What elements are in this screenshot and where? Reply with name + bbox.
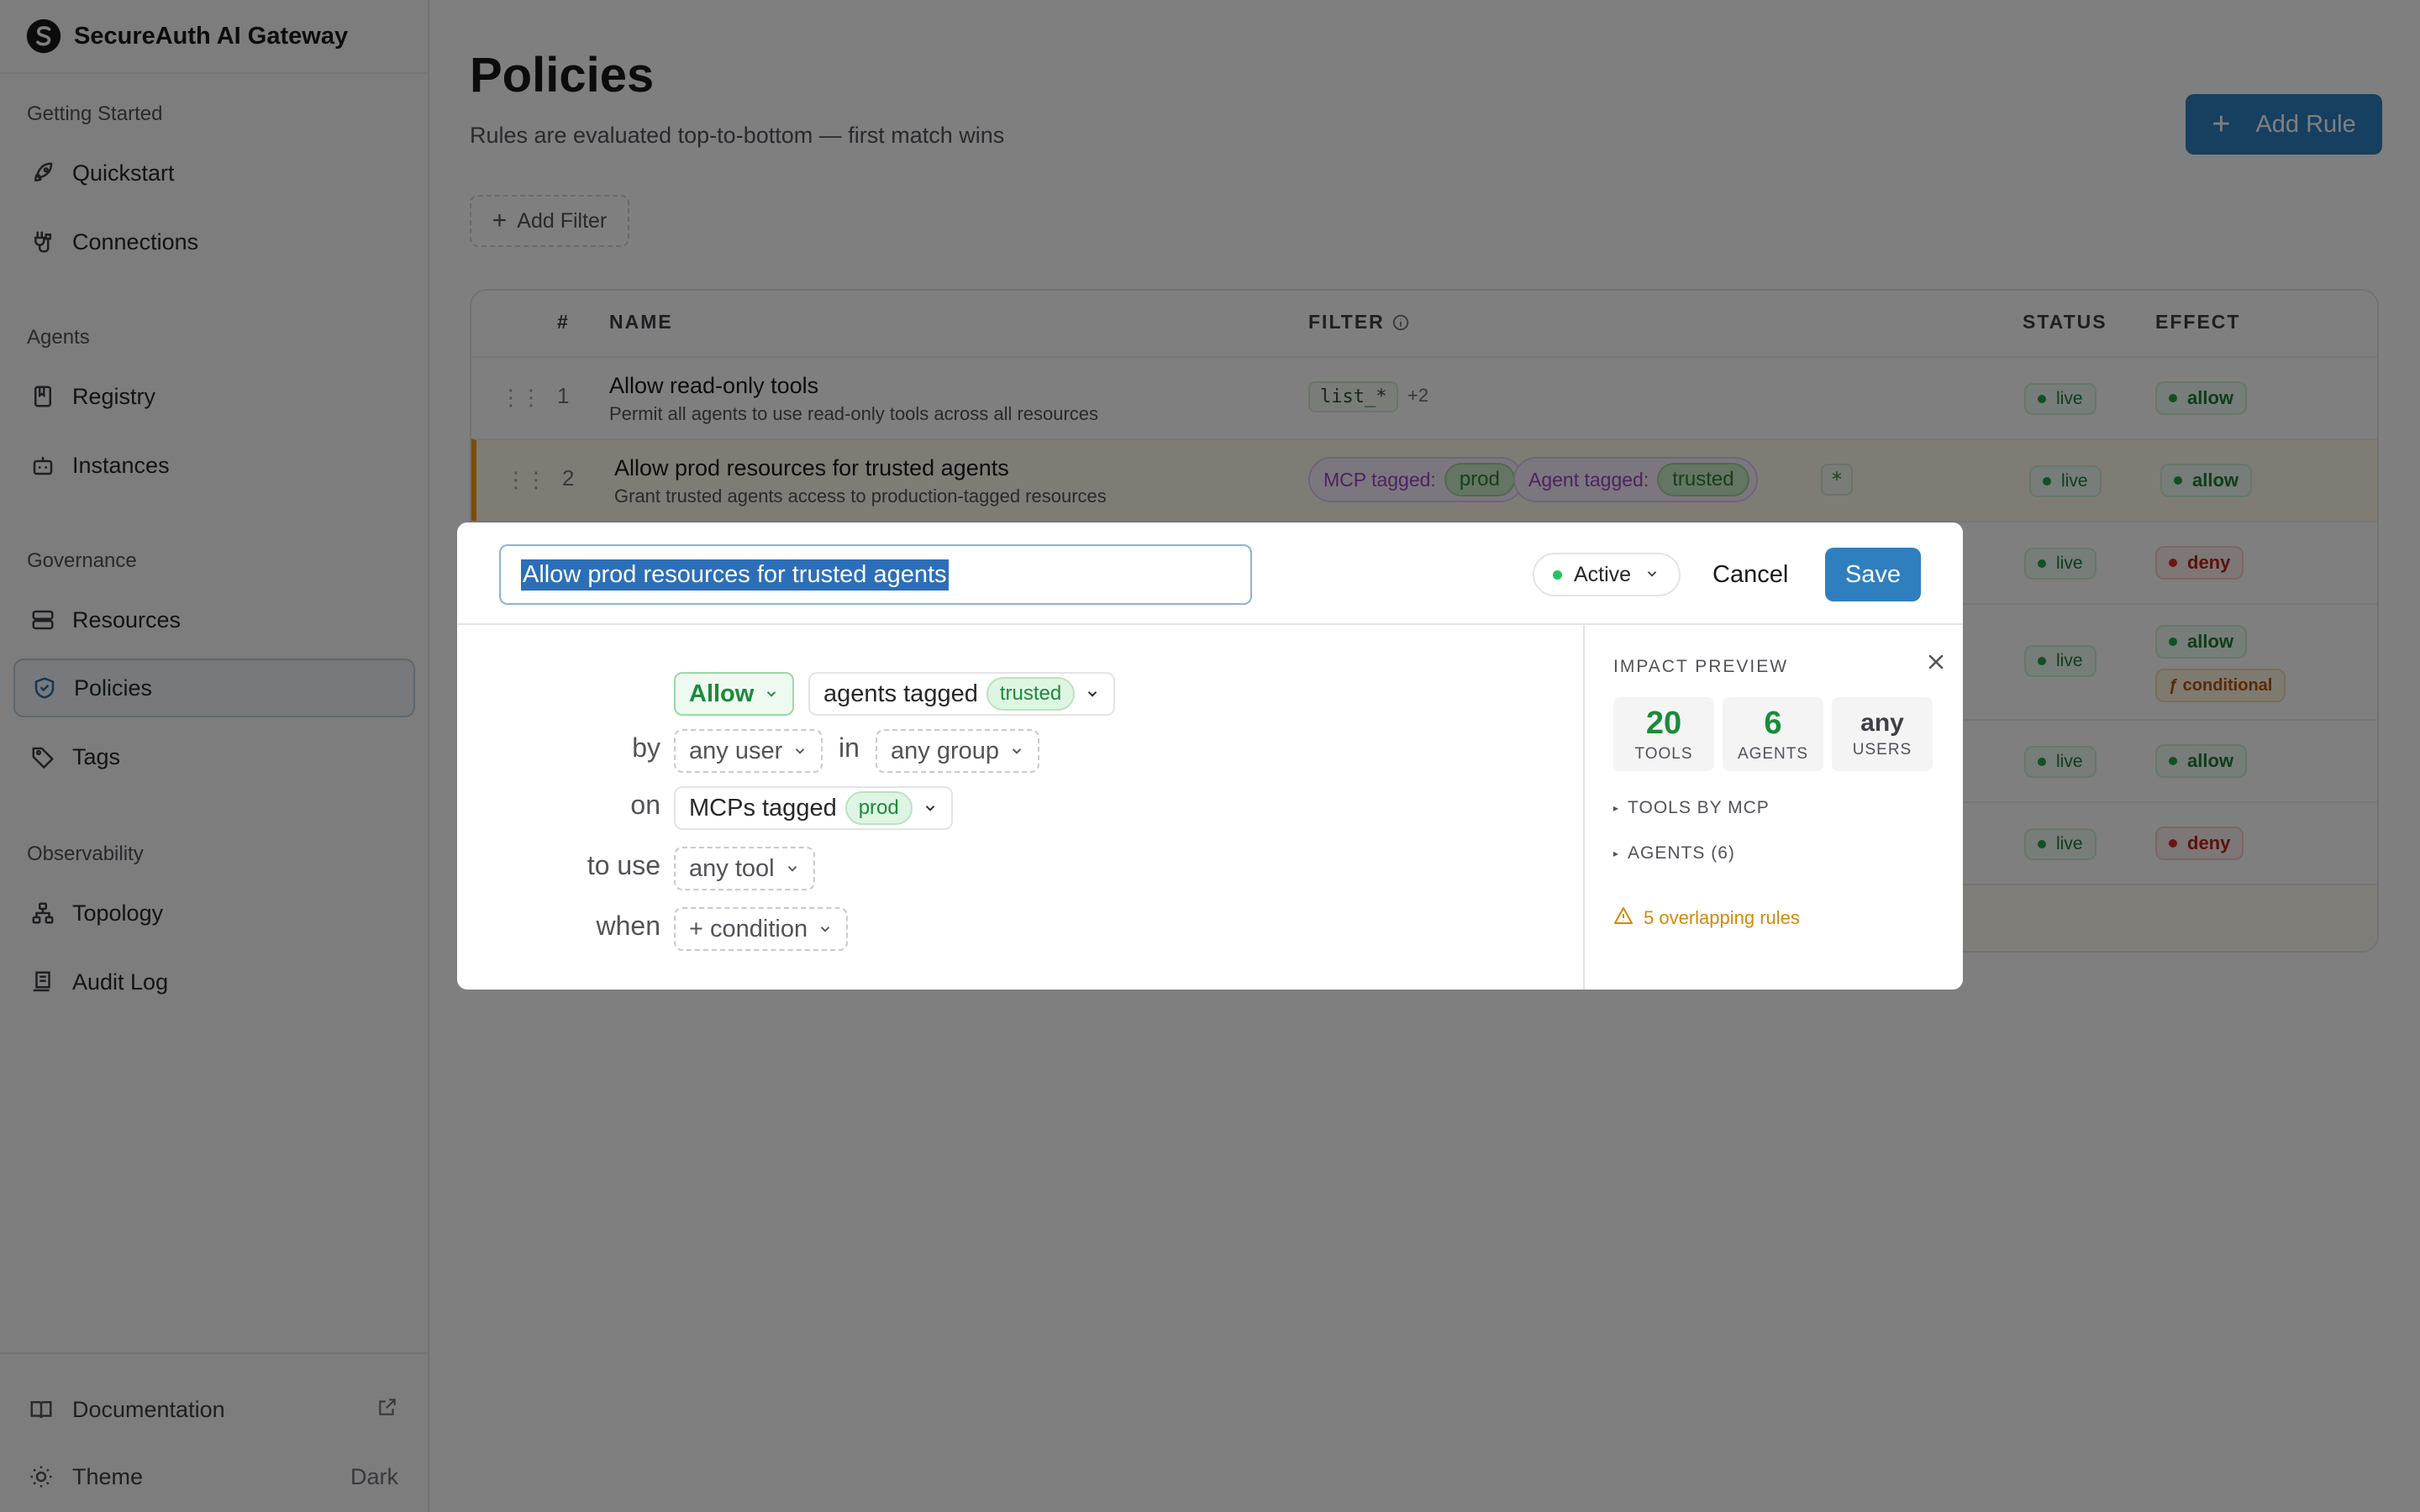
caret-right-icon: ▸ [1613, 802, 1620, 815]
resource-dropdown[interactable]: MCPs tagged prod [674, 786, 953, 830]
subject-dropdown[interactable]: agents tagged trusted [808, 672, 1116, 716]
subject-label: agents tagged [823, 680, 978, 707]
stat-users-value: any [1860, 709, 1904, 737]
user-label: any user [689, 737, 783, 764]
tool-dropdown[interactable]: any tool [674, 847, 815, 890]
stat-users: any USERS [1832, 697, 1933, 771]
user-dropdown[interactable]: any user [674, 729, 823, 773]
rule-name-input[interactable]: Allow prod resources for trusted agents [499, 544, 1252, 605]
chevron-down-icon [764, 680, 779, 708]
keyword-in: in [839, 732, 860, 763]
overlap-warning[interactable]: 5 overlapping rules [1613, 906, 1800, 931]
effect-dropdown[interactable]: Allow [674, 672, 795, 716]
caret-right-icon: ▸ [1613, 848, 1620, 860]
rule-builder: Allow agents tagged trusted by any user … [457, 625, 1583, 990]
tools-by-mcp-toggle[interactable]: ▸ TOOLS BY MCP [1613, 798, 1770, 818]
stat-tools-label: TOOLS [1634, 745, 1693, 763]
chevron-down-icon [1085, 680, 1100, 708]
keyword-on: on [630, 790, 660, 820]
effect-dropdown-label: Allow [689, 680, 755, 707]
chevron-down-icon [1644, 563, 1660, 587]
agents-toggle-label: AGENTS (6) [1628, 843, 1735, 863]
edit-rule-modal: Allow prod resources for trusted agents … [457, 522, 1963, 990]
group-dropdown[interactable]: any group [876, 729, 1039, 773]
subject-tag: trusted [986, 677, 1076, 711]
modal-header: Allow prod resources for trusted agents … [457, 522, 1963, 625]
group-label: any group [891, 737, 999, 764]
resource-tag: prod [844, 791, 913, 825]
stat-agents-value: 6 [1764, 706, 1782, 741]
tool-label: any tool [689, 854, 775, 882]
chevron-down-icon [923, 795, 938, 822]
warning-icon [1613, 906, 1634, 931]
stat-agents: 6 AGENTS [1723, 697, 1823, 771]
impact-preview-panel: IMPACT PREVIEW 20 TOOLS 6 AGENTS any USE… [1583, 625, 1963, 990]
status-dropdown[interactable]: Active [1533, 553, 1681, 596]
overlap-warning-label: 5 overlapping rules [1644, 907, 1800, 928]
stat-tools-value: 20 [1645, 706, 1682, 741]
rule-name-selected-text: Allow prod resources for trusted agents [521, 559, 949, 591]
keyword-by: by [632, 732, 660, 763]
close-icon[interactable] [1924, 650, 1948, 674]
chevron-down-icon [1009, 738, 1024, 765]
keyword-when: when [596, 911, 661, 941]
stat-tools: 20 TOOLS [1613, 697, 1714, 771]
save-button[interactable]: Save [1825, 548, 1921, 601]
add-condition-button[interactable]: + condition [674, 907, 849, 951]
chevron-down-icon [818, 916, 833, 943]
cancel-button[interactable]: Cancel [1712, 553, 1788, 596]
resource-label: MCPs tagged [689, 794, 837, 822]
active-dot [1553, 570, 1562, 580]
chevron-down-icon [792, 738, 808, 765]
status-dropdown-label: Active [1574, 562, 1632, 586]
agents-toggle[interactable]: ▸ AGENTS (6) [1613, 843, 1735, 864]
tools-by-mcp-label: TOOLS BY MCP [1628, 798, 1770, 817]
chevron-down-icon [785, 855, 800, 883]
stat-users-label: USERS [1852, 741, 1912, 759]
stat-agents-label: AGENTS [1737, 745, 1809, 763]
impact-title: IMPACT PREVIEW [1613, 657, 1789, 676]
keyword-to-use: to use [587, 850, 660, 880]
condition-label: + condition [689, 915, 808, 942]
